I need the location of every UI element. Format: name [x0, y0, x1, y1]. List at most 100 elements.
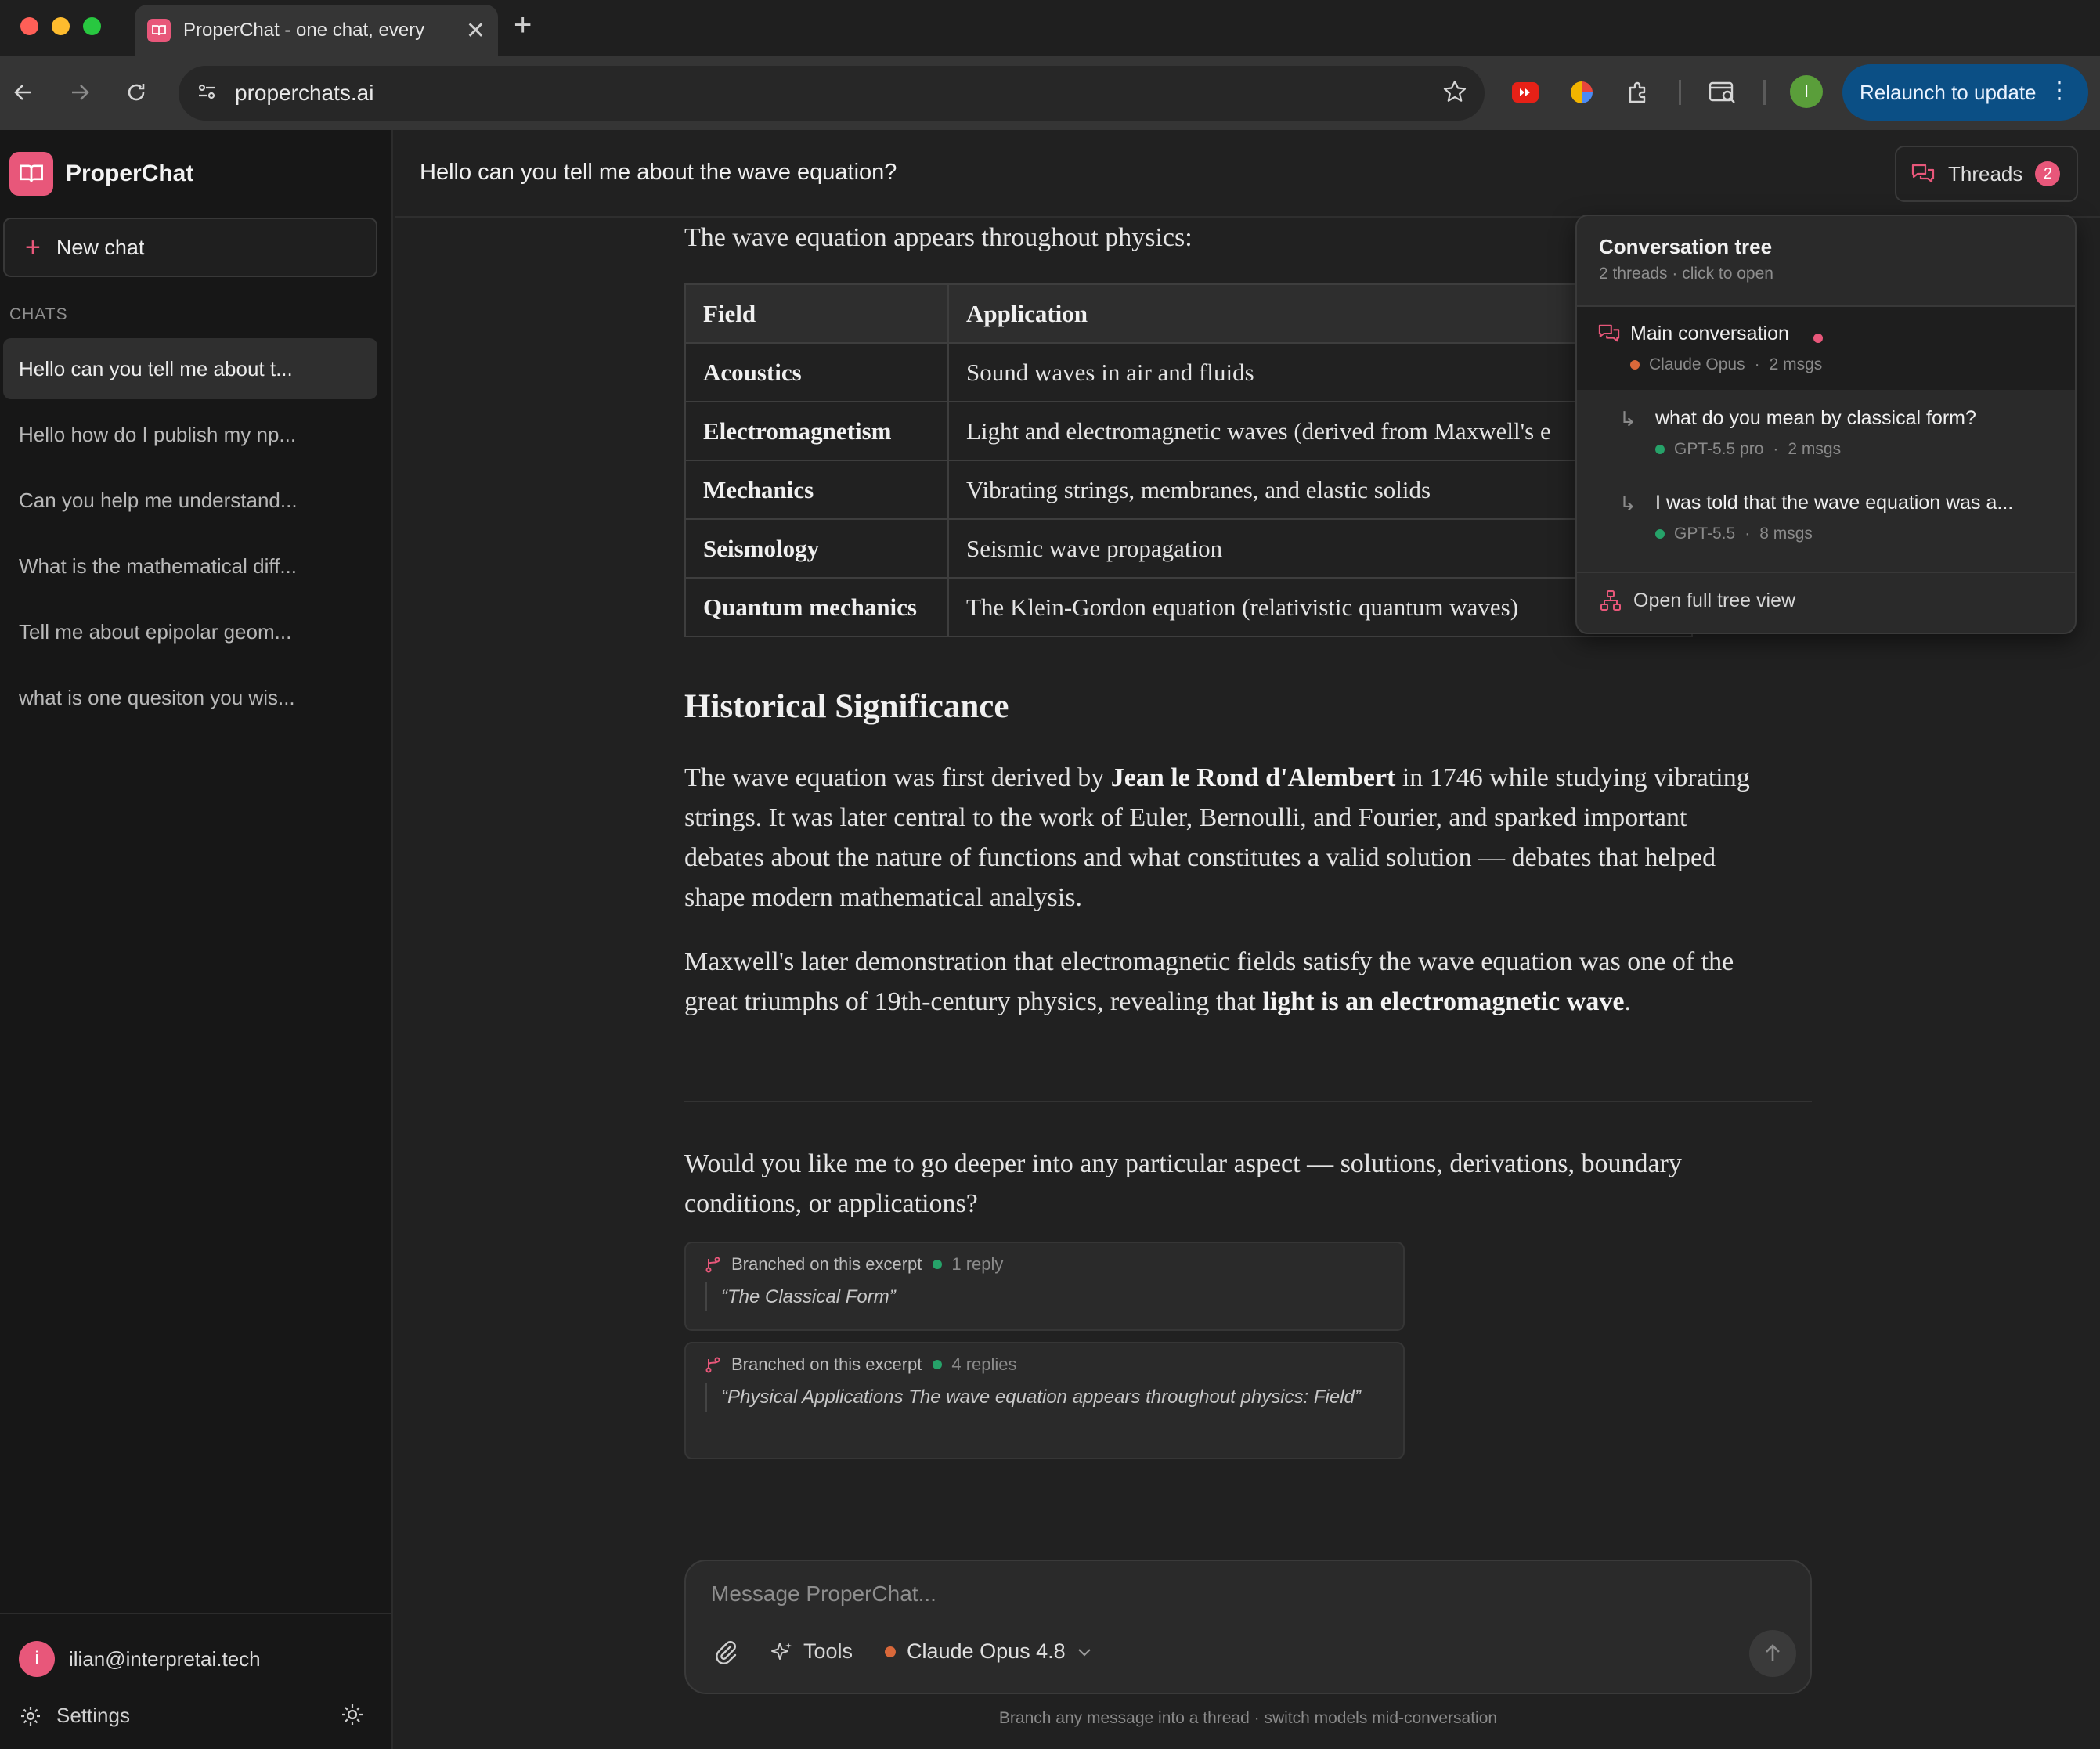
attach-paperclip-icon[interactable] — [713, 1639, 739, 1666]
youtube-extension-icon[interactable] — [1510, 77, 1541, 108]
branch-excerpt: “Physical Applications The wave equation… — [705, 1383, 1384, 1412]
message-divider — [684, 1101, 1812, 1102]
chat-title-heading: Hello can you tell me about the wave equ… — [420, 160, 897, 185]
address-bar[interactable]: properchats.ai — [179, 66, 1485, 121]
table-row: Acoustics Sound waves in air and fluids — [684, 342, 1693, 402]
open-full-tree-button[interactable]: Open full tree view — [1599, 589, 1795, 612]
meta-separator: · — [1745, 525, 1751, 543]
toolbar-divider — [1679, 80, 1681, 105]
chat-list-item[interactable]: Tell me about epipolar geom... — [3, 601, 377, 662]
profile-avatar[interactable]: I — [1790, 75, 1823, 108]
user-avatar: i — [19, 1641, 55, 1677]
threads-chat-icon — [1911, 162, 1936, 186]
color-extension-icon[interactable] — [1566, 77, 1597, 108]
url-text: properchats.ai — [235, 81, 374, 105]
new-chat-label: New chat — [56, 235, 145, 259]
chat-list-item[interactable]: Hello how do I publish my np... — [3, 404, 377, 465]
model-selector[interactable]: Claude Opus 4.8 — [885, 1639, 1092, 1664]
reply-count: 1 reply — [951, 1254, 1004, 1274]
active-dot — [1813, 334, 1823, 343]
table-cell: Quantum mechanics — [684, 577, 949, 637]
sparkle-icon — [770, 1640, 794, 1664]
bookmark-star-icon[interactable] — [1442, 79, 1467, 108]
chat-title: what is one quesiton you wis... — [19, 685, 295, 709]
branch-fork-icon — [705, 1356, 722, 1373]
close-window-button[interactable] — [20, 17, 38, 35]
text-span: The wave equation was first derived by — [684, 763, 1111, 792]
relaunch-to-update-button[interactable]: Relaunch to update ⋮ — [1842, 64, 2088, 121]
new-chat-button[interactable]: + New chat — [3, 218, 377, 277]
browser-tab[interactable]: ProperChat - one chat, every ✕ — [135, 5, 498, 56]
properchat-favicon-icon — [147, 19, 171, 42]
chat-list-item[interactable]: what is one quesiton you wis... — [3, 667, 377, 728]
node-meta: Claude Opus · 2 msgs — [1630, 355, 1822, 374]
node-msg-count: 2 msgs — [1769, 355, 1823, 373]
theme-toggle-sun-icon[interactable] — [340, 1702, 365, 1731]
close-tab-icon[interactable]: ✕ — [466, 17, 485, 45]
browser-tab-strip: ProperChat - one chat, every ✕ + — [0, 0, 2100, 56]
applications-table: Field Application Acoustics Sound waves i… — [684, 283, 1693, 637]
forward-button[interactable] — [63, 75, 97, 110]
chat-list-item[interactable]: Hello can you tell me about t... — [3, 338, 377, 399]
table-row: Quantum mechanics The Klein-Gordon equati… — [684, 577, 1693, 637]
tree-node-thread[interactable]: ↳ what do you mean by classical form? GP… — [1577, 391, 2075, 474]
branch-arrow-icon: ↳ — [1619, 492, 1636, 515]
node-meta: GPT-5.5 pro · 2 msgs — [1655, 440, 1841, 459]
message-composer: Tools Claude Opus 4.8 — [684, 1560, 1812, 1694]
threads-count-badge: 2 — [2035, 161, 2061, 186]
table-header-row: Field Application — [684, 283, 1693, 344]
new-tab-button[interactable]: + — [514, 8, 532, 43]
node-msg-count: 8 msgs — [1759, 525, 1813, 543]
tools-button[interactable]: Tools — [770, 1639, 853, 1664]
extensions-puzzle-icon[interactable] — [1622, 77, 1654, 108]
tab-title: ProperChat - one chat, every — [183, 20, 425, 41]
threads-label: Threads — [1948, 161, 2023, 186]
user-account[interactable]: i ilian@interpretai.tech — [19, 1641, 261, 1677]
chat-list-item[interactable]: What is the mathematical diff... — [3, 536, 377, 597]
chat-title: What is the mathematical diff... — [19, 554, 297, 578]
brand[interactable]: ProperChat — [9, 152, 193, 196]
history-paragraph: The wave equation was first derived by J… — [684, 758, 1765, 918]
settings-button[interactable]: Settings — [19, 1704, 130, 1728]
maximize-window-button[interactable] — [83, 17, 101, 35]
node-model: Claude Opus — [1649, 355, 1745, 373]
branch-label: Branched on this excerpt — [731, 1254, 922, 1274]
sidebar-footer-divider — [0, 1613, 391, 1614]
send-button[interactable] — [1749, 1630, 1796, 1677]
tree-icon — [1599, 589, 1622, 612]
table-header-cell: Field — [684, 283, 949, 344]
branch-card[interactable]: Branched on this excerpt 4 replies “Phys… — [684, 1342, 1405, 1459]
tree-node-thread[interactable]: ↳ I was told that the wave equation was … — [1577, 476, 2075, 559]
tab-search-icon[interactable] — [1707, 77, 1738, 108]
meta-separator: · — [1754, 355, 1760, 373]
chat-list-item[interactable]: Can you help me understand... — [3, 470, 377, 531]
branch-arrow-icon: ↳ — [1619, 407, 1636, 431]
plus-icon: + — [25, 232, 41, 262]
table-cell: Acoustics — [684, 342, 949, 402]
site-settings-icon[interactable] — [196, 81, 218, 106]
model-dot — [1655, 445, 1665, 454]
chats-section-label: CHATS — [9, 305, 68, 323]
branch-label: Branched on this excerpt — [731, 1354, 922, 1374]
sidebar: ProperChat + New chat CHATS Hello can yo… — [0, 130, 393, 1749]
open-full-label: Open full tree view — [1633, 589, 1796, 611]
threads-button[interactable]: Threads 2 — [1895, 146, 2078, 202]
back-button[interactable] — [6, 75, 41, 110]
tree-node-main-conversation[interactable]: Main conversation Claude Opus · 2 msgs — [1577, 307, 2075, 390]
text-span: . — [1624, 987, 1631, 1016]
settings-label: Settings — [56, 1704, 130, 1727]
chat-title: Tell me about epipolar geom... — [19, 619, 292, 644]
message-input[interactable] — [711, 1581, 1729, 1616]
branch-excerpt: “The Classical Form” — [705, 1282, 1384, 1311]
toolbar-divider — [1763, 80, 1766, 105]
node-model: GPT-5.5 — [1674, 525, 1736, 543]
relaunch-label: Relaunch to update — [1860, 80, 2037, 104]
branch-card[interactable]: Branched on this excerpt 1 reply “The Cl… — [684, 1242, 1405, 1331]
arrow-up-icon — [1762, 1643, 1784, 1664]
node-title: what do you mean by classical form? — [1655, 407, 1976, 429]
brand-name: ProperChat — [66, 160, 194, 186]
status-dot — [933, 1360, 943, 1369]
minimize-window-button[interactable] — [52, 17, 70, 35]
reload-button[interactable] — [119, 75, 153, 110]
more-menu-icon[interactable]: ⋮ — [2048, 77, 2071, 105]
